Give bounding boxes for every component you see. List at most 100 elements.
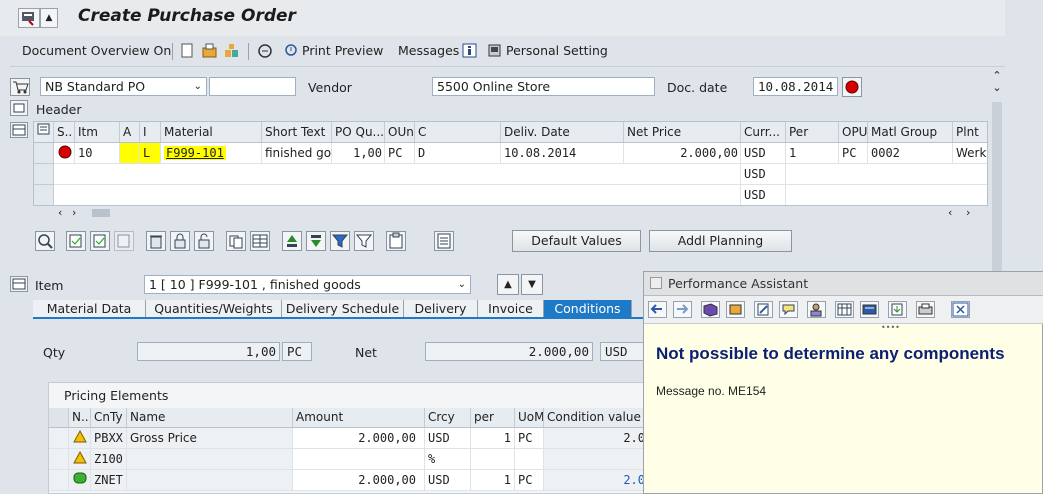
default-values-button[interactable]: Default Values	[512, 230, 641, 252]
tab-conditions[interactable]: Conditions	[544, 300, 632, 318]
scroll-thumb[interactable]	[92, 209, 110, 217]
header-expand-icon[interactable]	[10, 100, 28, 116]
col-currency[interactable]: Curr...	[741, 122, 786, 143]
assistant-title-bar[interactable]: Performance Assistant	[644, 272, 1043, 296]
details-icon[interactable]	[35, 231, 55, 251]
previous-item-icon[interactable]: ▲	[497, 274, 519, 295]
download-icon[interactable]	[888, 301, 907, 318]
col-material[interactable]: Material	[161, 122, 262, 143]
empty-row-cells[interactable]	[786, 185, 987, 205]
col-number[interactable]: N..	[69, 408, 91, 428]
status-error-icon[interactable]	[842, 77, 862, 97]
row-selector[interactable]	[34, 143, 54, 164]
col-opu[interactable]: OPU	[839, 122, 868, 143]
col-short-text[interactable]: Short Text	[262, 122, 332, 143]
forward-arrow-icon[interactable]	[673, 301, 692, 318]
print-icon[interactable]	[916, 301, 935, 318]
row-selector[interactable]	[49, 449, 69, 470]
cell-uom[interactable]: PC	[515, 428, 544, 449]
cell-net-price[interactable]: 2.000,00	[624, 143, 741, 164]
resize-grip[interactable]: ••••	[881, 323, 900, 332]
technical-info-icon[interactable]	[779, 301, 798, 318]
layout-icon[interactable]	[434, 231, 454, 251]
cell-opu[interactable]: PC	[839, 143, 868, 164]
edit-icon[interactable]	[754, 301, 773, 318]
undo-item-icon[interactable]	[114, 231, 134, 251]
scroll-left-icon[interactable]: ‹	[948, 206, 952, 219]
col-c[interactable]: C	[415, 122, 501, 143]
back-arrow-icon[interactable]	[648, 301, 667, 318]
copy-item-icon[interactable]	[66, 231, 86, 251]
cell-short-text[interactable]: finished go...	[262, 143, 332, 164]
cell-oun[interactable]: PC	[385, 143, 415, 164]
cell-crcy[interactable]: %	[425, 449, 471, 470]
tab-material-data[interactable]: Material Data	[33, 300, 146, 318]
other-document-icon[interactable]	[224, 43, 239, 58]
sort-ascending-icon[interactable]	[282, 231, 302, 251]
filter-icon[interactable]	[330, 231, 350, 251]
cell-currency[interactable]: USD	[741, 185, 786, 205]
info-icon[interactable]	[462, 43, 477, 58]
col-deliv-date[interactable]: Deliv. Date	[501, 122, 624, 143]
cell-amount[interactable]: 2.000,00	[293, 470, 425, 491]
table-icon[interactable]	[835, 301, 854, 318]
row-selector[interactable]	[34, 164, 54, 185]
doc-date-field[interactable]: 10.08.2014	[753, 77, 838, 96]
col-cnty[interactable]: CnTy	[91, 408, 127, 428]
empty-row-cells[interactable]	[54, 164, 741, 185]
cell-account[interactable]	[120, 143, 140, 164]
cell-uom[interactable]: PC	[515, 470, 544, 491]
tab-quantities-weights[interactable]: Quantities/Weights	[146, 300, 282, 318]
delete-icon[interactable]	[146, 231, 166, 251]
col-status[interactable]: S..	[54, 122, 75, 143]
cell-per[interactable]: 1	[471, 428, 515, 449]
empty-row-cells[interactable]	[786, 164, 987, 185]
cell-matl-group[interactable]: 0002	[868, 143, 953, 164]
cell-per[interactable]	[471, 449, 515, 470]
col-per[interactable]: per	[471, 408, 515, 428]
cell-currency[interactable]: USD	[741, 164, 786, 185]
print-preview-button[interactable]: Print Preview	[302, 43, 383, 58]
cell-deliv-date[interactable]: 10.08.2014	[501, 143, 624, 164]
row-selector[interactable]	[49, 428, 69, 449]
cell-crcy[interactable]: USD	[425, 470, 471, 491]
cell-item[interactable]: 10	[75, 143, 120, 164]
col-oun[interactable]: OUn	[385, 122, 415, 143]
open-folder-icon[interactable]	[202, 43, 217, 58]
scroll-left-icon[interactable]: ‹	[58, 206, 62, 219]
select-all-grid-icon[interactable]	[250, 231, 270, 251]
col-crcy[interactable]: Crcy	[425, 408, 471, 428]
cell-cnty[interactable]: Z100	[91, 449, 127, 470]
clipboard-icon[interactable]	[386, 231, 406, 251]
col-condition-value[interactable]: Condition value	[544, 408, 649, 428]
cell-po-qty[interactable]: 1,00	[332, 143, 385, 164]
cell-plant[interactable]: Werk	[953, 143, 987, 164]
empty-row-cells[interactable]	[54, 185, 741, 205]
personal-setting-icon[interactable]	[487, 43, 502, 58]
cell-item-cat[interactable]: L	[140, 143, 161, 164]
tab-delivery[interactable]: Delivery	[404, 300, 478, 318]
row-selector-header[interactable]	[49, 408, 69, 428]
vendor-field[interactable]: 5500 Online Store	[432, 77, 655, 96]
item-select[interactable]: 1 [ 10 ] F999-101 , finished goods ⌄	[144, 275, 471, 294]
col-amount[interactable]: Amount	[293, 408, 425, 428]
col-plant[interactable]: Plnt	[953, 122, 987, 143]
cell-material[interactable]: F999-101	[161, 143, 262, 164]
messages-button[interactable]: Messages	[398, 43, 459, 58]
tab-invoice[interactable]: Invoice	[478, 300, 544, 318]
select-all-icon[interactable]	[34, 122, 54, 143]
col-net-price[interactable]: Net Price	[624, 122, 741, 143]
col-po-qty[interactable]: PO Qu...	[332, 122, 385, 143]
cell-crcy[interactable]: USD	[425, 428, 471, 449]
cell-cnty[interactable]: PBXX	[91, 428, 127, 449]
row-selector[interactable]	[34, 185, 54, 205]
horizontal-scrollbar[interactable]: ‹ › ‹ ›	[58, 206, 978, 220]
cell-amount[interactable]: 2.000,00	[293, 428, 425, 449]
user-settings-icon[interactable]	[807, 301, 826, 318]
new-document-icon[interactable]	[180, 43, 195, 58]
cell-per[interactable]: 1	[786, 143, 839, 164]
scroll-right-icon[interactable]: ›	[966, 206, 970, 219]
po-type-select[interactable]: NB Standard PO ⌄	[40, 77, 207, 96]
scroll-right-icon[interactable]: ›	[72, 206, 76, 219]
col-item-cat[interactable]: I	[140, 122, 161, 143]
